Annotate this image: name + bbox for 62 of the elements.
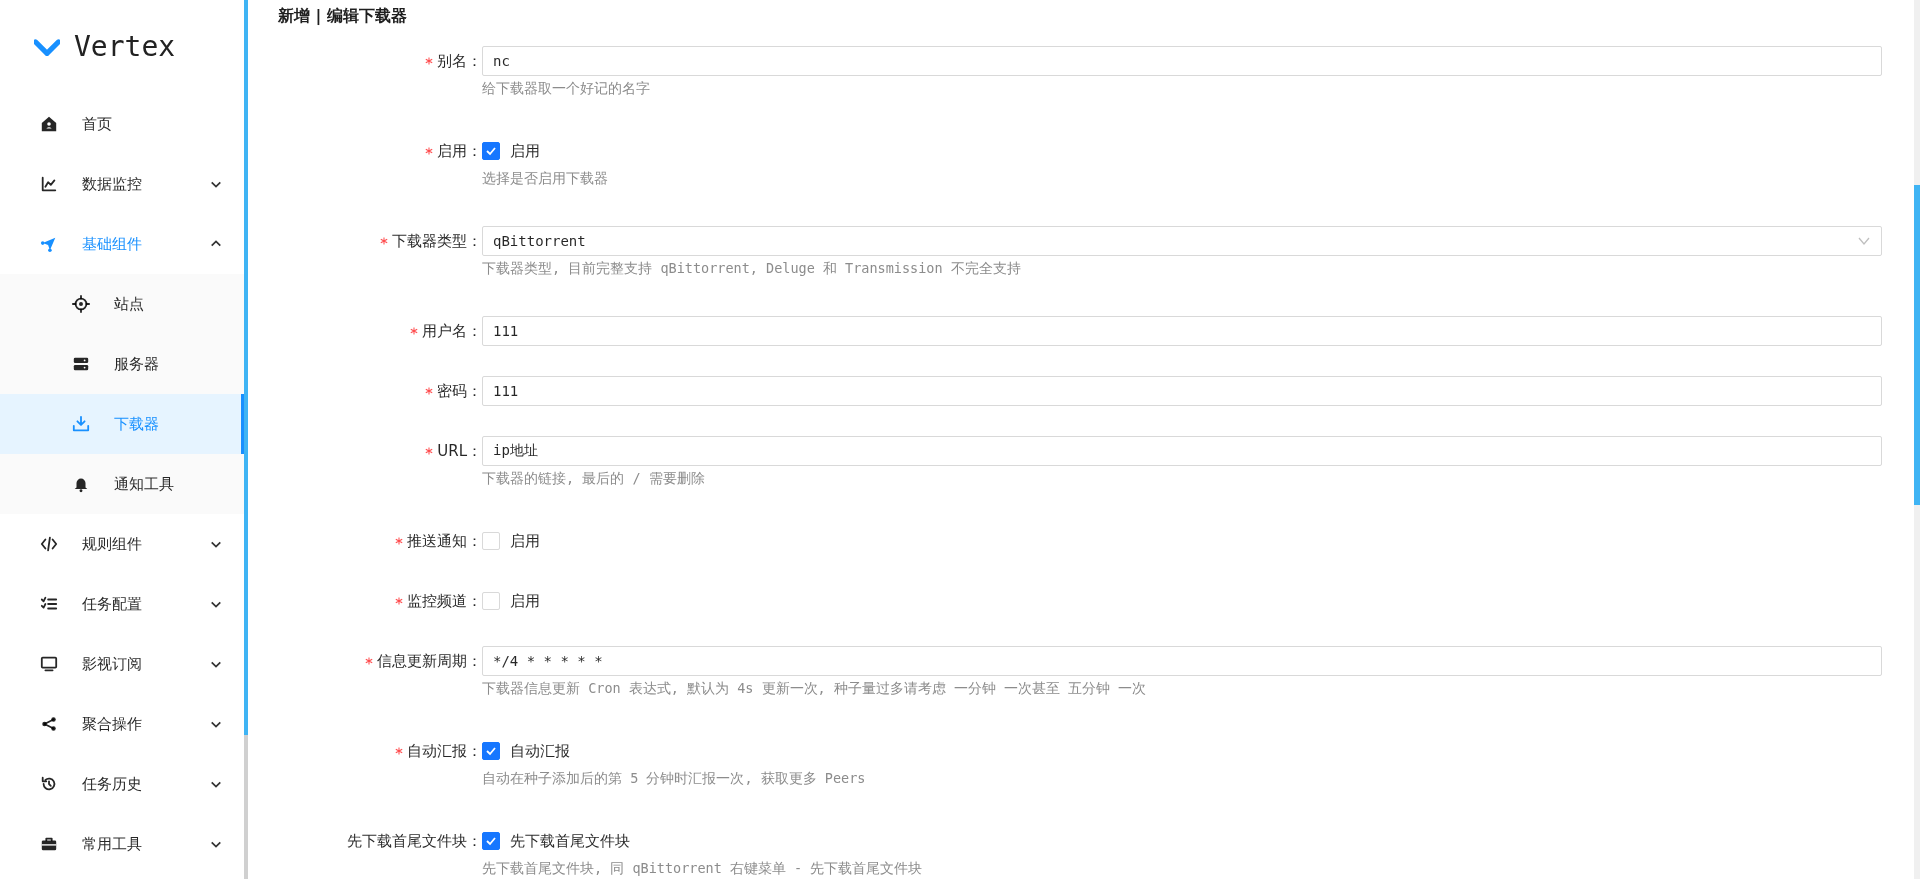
sidebar-item[interactable]: 聚合操作 [0, 694, 244, 754]
checkmark-icon [485, 145, 497, 157]
input-field[interactable]: ip地址 [482, 436, 1882, 466]
sidebar-item[interactable]: 常用工具 [0, 814, 244, 874]
field-label: URL： [437, 440, 482, 462]
field-label: 别名： [437, 50, 482, 72]
field-label: 启用： [437, 140, 482, 162]
checkmark-icon [485, 835, 497, 847]
page-title: 新增 | 编辑下载器 [278, 5, 408, 27]
field-label: 用户名： [422, 320, 482, 342]
scrollbar[interactable] [244, 0, 248, 879]
input-field[interactable]: 111 [482, 376, 1882, 406]
sidebar-item[interactable]: 首页 [0, 94, 244, 154]
select-field[interactable]: qBittorrent [482, 226, 1882, 256]
sidebar-item[interactable]: 任务配置 [0, 574, 244, 634]
line-chart-icon [40, 175, 58, 193]
checkbox-label[interactable]: 先下载首尾文件块 [510, 829, 630, 853]
checkbox-label[interactable]: 启用 [510, 589, 540, 613]
logo-text: Vertex [74, 29, 176, 65]
checkbox-label[interactable]: 启用 [510, 529, 540, 553]
checkbox[interactable] [482, 742, 500, 760]
help-text: 给下载器取一个好记的名字 [482, 79, 651, 98]
monitor-icon [40, 655, 58, 673]
send-icon [40, 235, 58, 253]
server-icon [72, 355, 90, 373]
help-text: 选择是否启用下载器 [482, 169, 609, 188]
sidebar-item[interactable]: 任务历史 [0, 754, 244, 814]
scrollbar[interactable] [1914, 0, 1920, 879]
help-text: 下载器信息更新 Cron 表达式, 默认为 4s 更新一次, 种子量过多请考虑 一分钟 一次甚至 五分钟 一次 [482, 679, 1148, 698]
field-label: 推送通知： [407, 530, 482, 552]
sidebar-item[interactable]: 数据监控 [0, 154, 244, 214]
share-icon [40, 715, 58, 733]
download-icon [72, 415, 90, 433]
home-icon [40, 115, 58, 133]
crosshair-icon [72, 295, 90, 313]
input-field[interactable]: */4 * * * * * [482, 646, 1882, 676]
field-label: 监控频道： [407, 590, 482, 612]
field-label: 下载器类型： [392, 230, 482, 252]
help-text: 下载器的链接, 最后的 / 需要删除 [482, 469, 706, 488]
help-text: 先下载首尾文件块, 同 qBittorrent 右键菜单 - 先下载首尾文件块 [482, 859, 924, 878]
input-field[interactable]: 111 [482, 316, 1882, 346]
field-label: 自动汇报： [407, 740, 482, 762]
history-icon [40, 775, 58, 793]
checkbox-label[interactable]: 自动汇报 [510, 739, 570, 763]
checkbox-label[interactable]: 启用 [510, 139, 540, 163]
sidebar-subitem[interactable]: 服务器 [0, 334, 244, 394]
sidebar-item[interactable]: 规则组件 [0, 514, 244, 574]
field-label: 信息更新周期： [377, 650, 482, 672]
sidebar-subitem[interactable]: 通知工具 [0, 454, 244, 514]
toolbox-icon [40, 835, 58, 853]
checkbox[interactable] [482, 142, 500, 160]
help-text: 自动在种子添加后的第 5 分钟时汇报一次, 获取更多 Peers [482, 769, 867, 788]
code-icon [40, 535, 58, 553]
field-label: 先下载首尾文件块： [347, 830, 482, 852]
input-field[interactable]: nc [482, 46, 1882, 76]
checkmark-icon [485, 745, 497, 757]
sidebar-subitem[interactable]: 站点 [0, 274, 244, 334]
field-label: 密码： [437, 380, 482, 402]
checkbox[interactable] [482, 832, 500, 850]
sidebar-item[interactable]: 影视订阅 [0, 634, 244, 694]
help-text: 下载器类型, 目前完整支持 qBittorrent, Deluge 和 Transmission 不完全支持 [482, 259, 1022, 278]
logo-icon [34, 38, 60, 56]
